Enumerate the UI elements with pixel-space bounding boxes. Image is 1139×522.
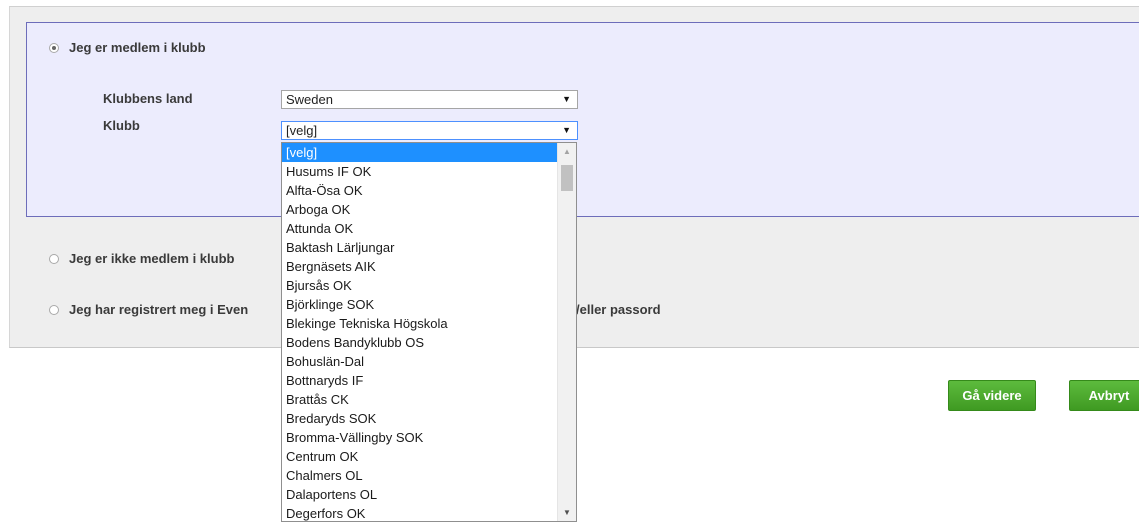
club-option[interactable]: Bromma-Vällingby SOK <box>282 428 558 447</box>
club-option[interactable]: [velg] <box>282 143 558 162</box>
club-option[interactable]: Bergnäsets AIK <box>282 257 558 276</box>
club-option[interactable]: Attunda OK <box>282 219 558 238</box>
continue-button[interactable]: Gå videre <box>948 380 1036 411</box>
club-option[interactable]: Bjursås OK <box>282 276 558 295</box>
club-option[interactable]: Björklinge SOK <box>282 295 558 314</box>
club-option[interactable]: Dalaportens OL <box>282 485 558 504</box>
chevron-down-icon: ▼ <box>562 125 571 135</box>
club-dropdown-list[interactable]: [velg] Husums IF OK Alfta-Ösa OK Arboga OK A… <box>281 142 577 522</box>
scroll-thumb[interactable] <box>561 165 573 191</box>
club-options: [velg] Husums IF OK Alfta-Ösa OK Arboga OK A… <box>282 143 558 521</box>
club-country-select[interactable]: Sweden ▼ <box>281 90 578 109</box>
club-option[interactable]: Chalmers OL <box>282 466 558 485</box>
club-option[interactable]: Husums IF OK <box>282 162 558 181</box>
club-option[interactable]: Bottnaryds IF <box>282 371 558 390</box>
club-option[interactable]: Bodens Bandyklubb OS <box>282 333 558 352</box>
club-country-value: Sweden <box>286 92 333 107</box>
member-radio-label[interactable]: Jeg er medlem i klubb <box>69 40 206 55</box>
club-select-value: [velg] <box>286 123 318 138</box>
club-option[interactable]: Arboga OK <box>282 200 558 219</box>
club-option[interactable]: Centrum OK <box>282 447 558 466</box>
scroll-down-icon[interactable]: ▼ <box>558 504 576 521</box>
club-option[interactable]: Brattås CK <box>282 390 558 409</box>
club-country-label: Klubbens land <box>103 91 193 106</box>
club-option[interactable]: Baktash Lärljungar <box>282 238 558 257</box>
registered-radio[interactable] <box>49 305 59 315</box>
registered-radio-label-tail: /eller passord <box>576 302 661 317</box>
club-select[interactable]: [velg] ▼ <box>281 121 578 140</box>
not-member-radio-label[interactable]: Jeg er ikke medlem i klubb <box>69 251 234 266</box>
club-option[interactable]: Blekinge Tekniska Högskola <box>282 314 558 333</box>
dropdown-scrollbar[interactable]: ▲ ▼ <box>557 143 576 521</box>
club-option[interactable]: Alfta-Ösa OK <box>282 181 558 200</box>
member-radio[interactable] <box>49 43 59 53</box>
chevron-down-icon: ▼ <box>562 94 571 104</box>
registered-radio-label[interactable]: Jeg har registrert meg i Even <box>69 302 248 317</box>
club-label: Klubb <box>103 118 140 133</box>
club-option[interactable]: Bohuslän-Dal <box>282 352 558 371</box>
club-option[interactable]: Bredaryds SOK <box>282 409 558 428</box>
not-member-radio[interactable] <box>49 254 59 264</box>
scroll-up-icon[interactable]: ▲ <box>558 143 576 160</box>
club-option[interactable]: Degerfors OK <box>282 504 558 521</box>
cancel-button[interactable]: Avbryt <box>1069 380 1139 411</box>
